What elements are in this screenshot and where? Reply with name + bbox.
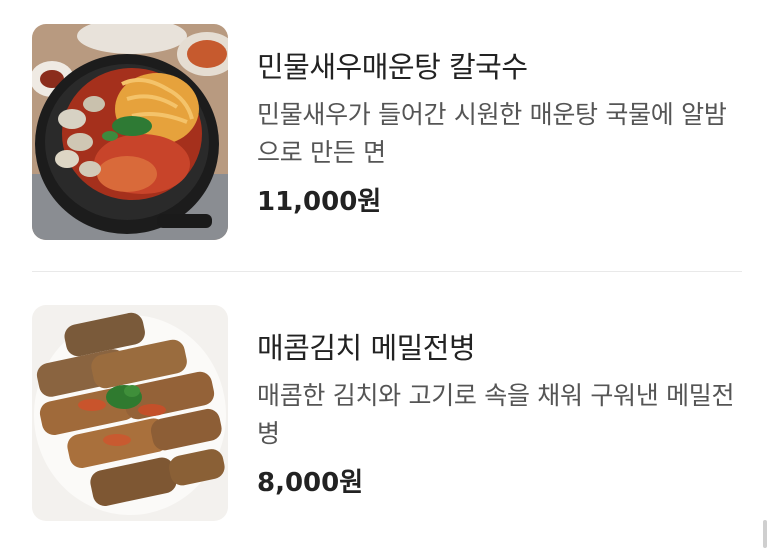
- menu-item-photo[interactable]: [32, 24, 228, 240]
- menu-item-name[interactable]: 매콤김치 메밀전병: [257, 325, 476, 367]
- menu-item-kimchi-pancake[interactable]: 매콤김치 메밀전병 매콤한 김치와 고기로 속을 채워 구워낸 메밀전병 8,0…: [32, 305, 742, 521]
- menu-item-name[interactable]: 민물새우매운탕 칼국수: [257, 44, 528, 86]
- divider: [32, 271, 742, 272]
- menu-item-shrimp-noodle[interactable]: 민물새우매운탕 칼국수 민물새우가 들어간 시원한 매운탕 국물에 알밤으로 만…: [32, 24, 742, 240]
- menu-item-photo[interactable]: [32, 305, 228, 521]
- menu-item-price: 8,000원: [257, 468, 364, 498]
- stew-photo-icon: [32, 24, 228, 240]
- pancake-photo-icon: [32, 305, 228, 521]
- menu-item-description: 매콤한 김치와 고기로 속을 채워 구워낸 메밀전병: [257, 381, 735, 448]
- menu-item-price: 11,000원: [257, 187, 382, 217]
- menu-list: 민물새우매운탕 칼국수 민물새우가 들어간 시원한 매운탕 국물에 알밤으로 만…: [0, 0, 773, 551]
- menu-item-description: 민물새우가 들어간 시원한 매운탕 국물에 알밤으로 만든 면: [257, 100, 727, 167]
- scrollbar-thumb[interactable]: [763, 520, 767, 548]
